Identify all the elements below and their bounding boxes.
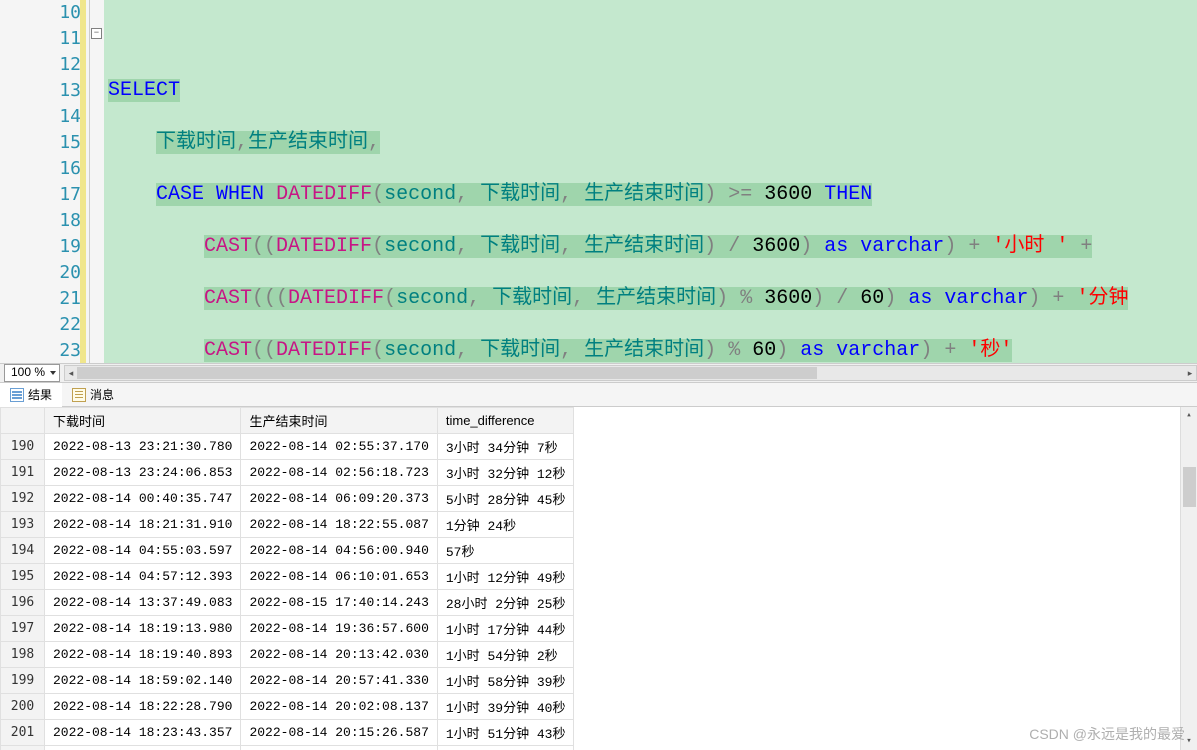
cell-end-time[interactable]: 2022-08-14 20:15:26.587 bbox=[241, 720, 437, 746]
cell-time-difference[interactable]: 1小时 35分钟 56秒 bbox=[437, 746, 574, 750]
cell-time-difference[interactable]: 3小时 32分钟 12秒 bbox=[437, 460, 574, 486]
table-row[interactable]: 200 2022-08-14 18:22:28.790 2022-08-14 2… bbox=[1, 694, 574, 720]
row-number: 194 bbox=[1, 538, 45, 564]
cell-end-time[interactable]: 2022-08-14 02:55:37.170 bbox=[241, 434, 437, 460]
cell-time-difference[interactable]: 5小时 28分钟 45秒 bbox=[437, 486, 574, 512]
row-number: 197 bbox=[1, 616, 45, 642]
scroll-up-icon[interactable]: ▴ bbox=[1181, 407, 1197, 424]
results-tabs: 结果 消息 bbox=[0, 383, 1197, 407]
zoom-dropdown[interactable]: 100 % bbox=[4, 364, 60, 382]
cell-download-time[interactable]: 2022-08-14 18:21:31.910 bbox=[45, 512, 241, 538]
scroll-left-icon[interactable]: ◂ bbox=[65, 366, 77, 380]
cell-time-difference[interactable]: 1小时 12分钟 49秒 bbox=[437, 564, 574, 590]
cell-time-difference[interactable]: 3小时 34分钟 7秒 bbox=[437, 434, 574, 460]
cell-download-time[interactable]: 2022-08-14 00:40:35.747 bbox=[45, 486, 241, 512]
table-row[interactable]: 196 2022-08-14 13:37:49.083 2022-08-15 1… bbox=[1, 590, 574, 616]
grid-corner bbox=[1, 408, 45, 434]
scroll-right-icon[interactable]: ▸ bbox=[1184, 366, 1196, 380]
cell-download-time[interactable]: 2022-08-14 18:24:47.463 bbox=[45, 746, 241, 750]
editor-status-bar: 100 % ◂ ▸ bbox=[0, 363, 1197, 383]
scroll-thumb[interactable] bbox=[77, 367, 817, 379]
cell-end-time[interactable]: 2022-08-14 18:22:55.087 bbox=[241, 512, 437, 538]
tab-results-label: 结果 bbox=[28, 386, 52, 403]
table-row[interactable]: 193 2022-08-14 18:21:31.910 2022-08-14 1… bbox=[1, 512, 574, 538]
table-row[interactable]: 198 2022-08-14 18:19:40.893 2022-08-14 2… bbox=[1, 642, 574, 668]
cell-time-difference[interactable]: 28小时 2分钟 25秒 bbox=[437, 590, 574, 616]
vscroll-thumb[interactable] bbox=[1183, 467, 1196, 507]
scroll-down-icon[interactable]: ▾ bbox=[1181, 733, 1197, 750]
cell-time-difference[interactable]: 1分钟 24秒 bbox=[437, 512, 574, 538]
tab-results[interactable]: 结果 bbox=[0, 383, 62, 407]
sql-editor[interactable]: 10 11 12 13 14 15 16 17 18 19 20 21 22 2… bbox=[0, 0, 1197, 363]
cell-download-time[interactable]: 2022-08-14 18:59:02.140 bbox=[45, 668, 241, 694]
cell-download-time[interactable]: 2022-08-14 04:57:12.393 bbox=[45, 564, 241, 590]
table-row[interactable]: 197 2022-08-14 18:19:13.980 2022-08-14 1… bbox=[1, 616, 574, 642]
row-number: 198 bbox=[1, 642, 45, 668]
row-number: 202 bbox=[1, 746, 45, 750]
row-number: 193 bbox=[1, 512, 45, 538]
cell-time-difference[interactable]: 1小时 39分钟 40秒 bbox=[437, 694, 574, 720]
horizontal-scrollbar[interactable]: ◂ ▸ bbox=[64, 365, 1197, 381]
table-row[interactable]: 194 2022-08-14 04:55:03.597 2022-08-14 0… bbox=[1, 538, 574, 564]
cell-time-difference[interactable]: 1小时 58分钟 39秒 bbox=[437, 668, 574, 694]
row-number: 191 bbox=[1, 460, 45, 486]
cell-time-difference[interactable]: 1小时 51分钟 43秒 bbox=[437, 720, 574, 746]
row-number: 201 bbox=[1, 720, 45, 746]
code-text[interactable]: SELECT 下载时间,生产结束时间, CASE WHEN DATEDIFF(s… bbox=[104, 0, 1197, 363]
cell-end-time[interactable]: 2022-08-14 04:56:00.940 bbox=[241, 538, 437, 564]
cell-download-time[interactable]: 2022-08-14 18:19:40.893 bbox=[45, 642, 241, 668]
col-header-end-time[interactable]: 生产结束时间 bbox=[241, 408, 437, 434]
cell-end-time[interactable]: 2022-08-14 06:10:01.653 bbox=[241, 564, 437, 590]
change-marker bbox=[80, 0, 86, 363]
table-row[interactable]: 190 2022-08-13 23:21:30.780 2022-08-14 0… bbox=[1, 434, 574, 460]
cell-end-time[interactable]: 2022-08-14 20:57:41.330 bbox=[241, 668, 437, 694]
cell-end-time[interactable]: 2022-08-15 17:40:14.243 bbox=[241, 590, 437, 616]
tab-messages-label: 消息 bbox=[90, 386, 114, 403]
col-header-time-difference[interactable]: time_difference bbox=[437, 408, 574, 434]
cell-download-time[interactable]: 2022-08-13 23:21:30.780 bbox=[45, 434, 241, 460]
grid-icon bbox=[10, 388, 24, 402]
fold-column: − bbox=[90, 0, 104, 363]
cell-download-time[interactable]: 2022-08-13 23:24:06.853 bbox=[45, 460, 241, 486]
row-number: 200 bbox=[1, 694, 45, 720]
fold-toggle-icon[interactable]: − bbox=[91, 28, 102, 39]
cell-end-time[interactable]: 2022-08-14 20:00:43.393 bbox=[241, 746, 437, 750]
col-header-download-time[interactable]: 下载时间 bbox=[45, 408, 241, 434]
cell-download-time[interactable]: 2022-08-14 18:19:13.980 bbox=[45, 616, 241, 642]
cell-end-time[interactable]: 2022-08-14 20:13:42.030 bbox=[241, 642, 437, 668]
row-number: 196 bbox=[1, 590, 45, 616]
cell-end-time[interactable]: 2022-08-14 20:02:08.137 bbox=[241, 694, 437, 720]
vertical-scrollbar[interactable]: ▴ ▾ bbox=[1180, 407, 1197, 750]
tab-messages[interactable]: 消息 bbox=[62, 383, 124, 407]
cell-time-difference[interactable]: 1小时 17分钟 44秒 bbox=[437, 616, 574, 642]
cell-download-time[interactable]: 2022-08-14 04:55:03.597 bbox=[45, 538, 241, 564]
table-row[interactable]: 191 2022-08-13 23:24:06.853 2022-08-14 0… bbox=[1, 460, 574, 486]
cell-end-time[interactable]: 2022-08-14 02:56:18.723 bbox=[241, 460, 437, 486]
line-number-gutter: 10 11 12 13 14 15 16 17 18 19 20 21 22 2… bbox=[0, 0, 90, 363]
cell-download-time[interactable]: 2022-08-14 18:23:43.357 bbox=[45, 720, 241, 746]
row-number: 192 bbox=[1, 486, 45, 512]
cell-end-time[interactable]: 2022-08-14 19:36:57.600 bbox=[241, 616, 437, 642]
cell-time-difference[interactable]: 57秒 bbox=[437, 538, 574, 564]
cell-download-time[interactable]: 2022-08-14 18:22:28.790 bbox=[45, 694, 241, 720]
results-grid[interactable]: 下载时间 生产结束时间 time_difference 190 2022-08-… bbox=[0, 407, 574, 750]
table-row[interactable]: 195 2022-08-14 04:57:12.393 2022-08-14 0… bbox=[1, 564, 574, 590]
table-row[interactable]: 199 2022-08-14 18:59:02.140 2022-08-14 2… bbox=[1, 668, 574, 694]
message-icon bbox=[72, 388, 86, 402]
cell-time-difference[interactable]: 1小时 54分钟 2秒 bbox=[437, 642, 574, 668]
row-number: 190 bbox=[1, 434, 45, 460]
cell-end-time[interactable]: 2022-08-14 06:09:20.373 bbox=[241, 486, 437, 512]
row-number: 195 bbox=[1, 564, 45, 590]
cell-download-time[interactable]: 2022-08-14 13:37:49.083 bbox=[45, 590, 241, 616]
table-row[interactable]: 201 2022-08-14 18:23:43.357 2022-08-14 2… bbox=[1, 720, 574, 746]
table-row[interactable]: 202 2022-08-14 18:24:47.463 2022-08-14 2… bbox=[1, 746, 574, 750]
row-number: 199 bbox=[1, 668, 45, 694]
results-grid-pane: 下载时间 生产结束时间 time_difference 190 2022-08-… bbox=[0, 407, 1197, 750]
table-row[interactable]: 192 2022-08-14 00:40:35.747 2022-08-14 0… bbox=[1, 486, 574, 512]
